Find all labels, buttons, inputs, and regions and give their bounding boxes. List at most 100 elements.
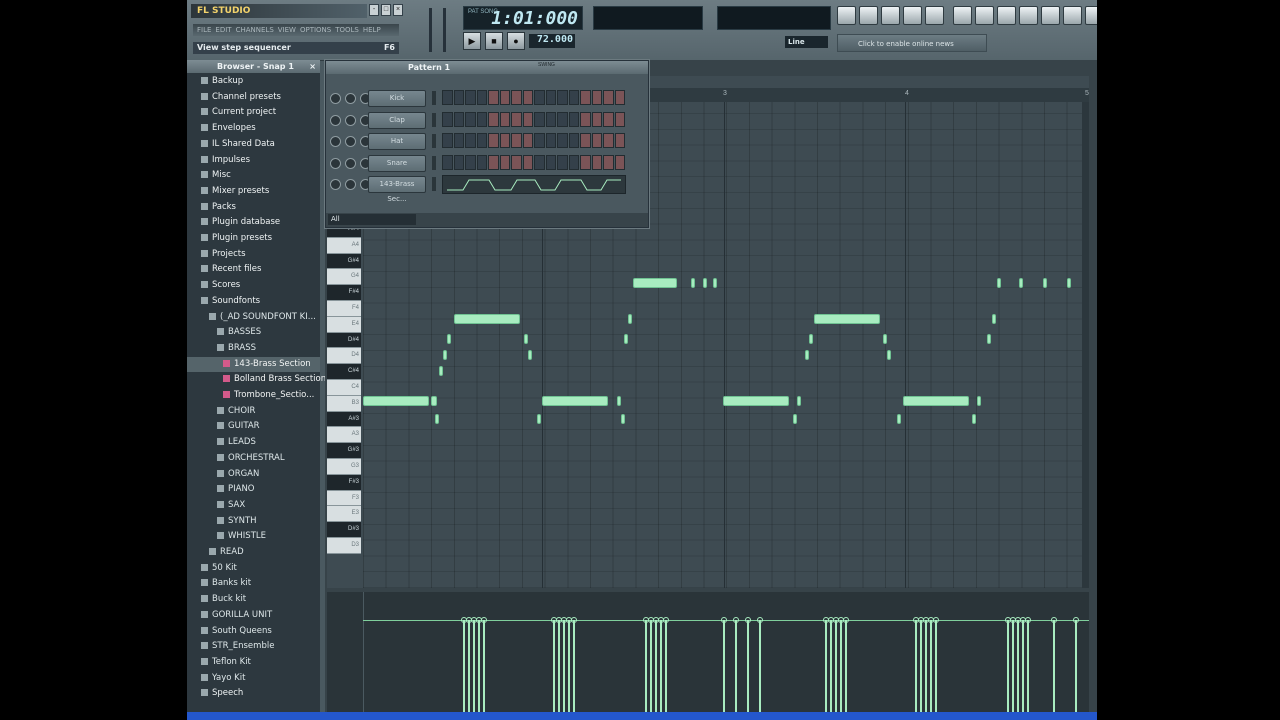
step-button[interactable]: [534, 111, 545, 127]
piano-key[interactable]: A#3: [327, 411, 361, 428]
note[interactable]: [431, 396, 437, 406]
step-button[interactable]: [580, 111, 591, 127]
knob-icon[interactable]: [345, 93, 356, 104]
note[interactable]: [723, 396, 789, 406]
velocity-handle[interactable]: [1051, 617, 1057, 623]
step-button[interactable]: [522, 111, 533, 127]
browser-item[interactable]: READ: [187, 545, 320, 560]
step-button[interactable]: [465, 154, 476, 170]
snap-select[interactable]: Line: [785, 36, 828, 48]
velocity-stem[interactable]: [759, 620, 761, 712]
velocity-stem[interactable]: [558, 620, 560, 712]
step-button[interactable]: [614, 154, 625, 170]
step-button[interactable]: [453, 111, 464, 127]
velocity-handle[interactable]: [571, 617, 577, 623]
velocity-handle[interactable]: [663, 617, 669, 623]
step-button[interactable]: [603, 154, 614, 170]
channel-button[interactable]: Clap: [368, 111, 426, 129]
channel-button[interactable]: Hat: [368, 133, 426, 150]
note[interactable]: [435, 414, 439, 424]
step-button[interactable]: [511, 133, 522, 148]
velocity-stem[interactable]: [845, 620, 847, 712]
velocity-handle[interactable]: [843, 617, 849, 623]
browser-item[interactable]: BASSES: [187, 325, 320, 340]
step-button[interactable]: [568, 133, 579, 148]
browser-item[interactable]: Envelopes: [187, 121, 320, 136]
step-button[interactable]: [476, 154, 487, 170]
step-button[interactable]: [580, 154, 591, 170]
velocity-handle[interactable]: [481, 617, 487, 623]
browser-item[interactable]: GUITAR: [187, 419, 320, 434]
step-button[interactable]: [499, 111, 510, 127]
stop-button[interactable]: ■: [485, 32, 503, 50]
velocity-stem[interactable]: [478, 620, 480, 712]
note[interactable]: [997, 278, 1001, 288]
step-button[interactable]: [591, 90, 602, 105]
step-button[interactable]: [465, 90, 476, 105]
step-button[interactable]: [568, 111, 579, 127]
step-sequencer-icon[interactable]: [859, 6, 878, 25]
note[interactable]: [443, 350, 447, 360]
info-icon[interactable]: [1063, 6, 1082, 25]
browser-item[interactable]: Banks kit: [187, 576, 320, 591]
step-button[interactable]: [476, 111, 487, 127]
note[interactable]: [537, 414, 541, 424]
note[interactable]: [814, 314, 880, 324]
step-button[interactable]: [499, 154, 510, 170]
master-sliders[interactable]: [423, 4, 453, 56]
channel-button[interactable]: Kick: [368, 90, 426, 107]
vertical-scrollbar[interactable]: [1082, 102, 1089, 588]
piano-key[interactable]: F4: [327, 300, 361, 317]
note[interactable]: [528, 350, 532, 360]
browser-item[interactable]: CHOIR: [187, 404, 320, 419]
browser-item[interactable]: Recent files: [187, 262, 320, 277]
browser-item[interactable]: Mixer presets: [187, 184, 320, 199]
step-button[interactable]: [557, 111, 568, 127]
wrench-icon[interactable]: [1041, 6, 1060, 25]
browser-item[interactable]: 143-Brass Section: [187, 356, 320, 372]
step-button[interactable]: [453, 133, 464, 148]
browser-item[interactable]: Impulses: [187, 153, 320, 168]
pattern-selector[interactable]: Pattern 1: [408, 61, 450, 74]
channel-knobs[interactable]: [330, 93, 371, 104]
velocity-stem[interactable]: [830, 620, 832, 712]
mixer-icon[interactable]: [925, 6, 944, 25]
velocity-stem[interactable]: [840, 620, 842, 712]
piano-key[interactable]: G#3: [327, 443, 361, 459]
note[interactable]: [621, 414, 625, 424]
channel-piano-roll-preview[interactable]: [442, 175, 626, 194]
velocity-handle[interactable]: [1025, 617, 1031, 623]
knob-icon[interactable]: [330, 114, 341, 126]
menu-tools[interactable]: TOOLS: [335, 24, 359, 36]
step-button[interactable]: [591, 154, 602, 170]
step-button[interactable]: [488, 90, 499, 105]
step-button[interactable]: [580, 133, 591, 148]
velocity-stem[interactable]: [915, 620, 917, 712]
note[interactable]: [1067, 278, 1071, 288]
step-button[interactable]: [591, 133, 602, 148]
note[interactable]: [1043, 278, 1047, 288]
step-button[interactable]: [488, 154, 499, 170]
browser-item[interactable]: Projects: [187, 247, 320, 262]
piano-key[interactable]: E3: [327, 506, 361, 523]
piano-key[interactable]: D3: [327, 537, 361, 554]
step-button[interactable]: [442, 133, 453, 148]
velocity-stem[interactable]: [1017, 620, 1019, 712]
tempo-display[interactable]: 72.000: [529, 34, 575, 48]
velocity-stem[interactable]: [665, 620, 667, 712]
knob-icon[interactable]: [345, 136, 356, 147]
note[interactable]: [987, 334, 991, 344]
piano-key[interactable]: D#3: [327, 522, 361, 538]
channel-select-indicator[interactable]: [432, 134, 436, 148]
note[interactable]: [972, 414, 976, 424]
menu-view[interactable]: VIEW: [278, 24, 296, 36]
velocity-stem[interactable]: [920, 620, 922, 712]
settings-icon[interactable]: [1019, 6, 1038, 25]
channel-knobs[interactable]: [330, 114, 371, 126]
piano-key[interactable]: A3: [327, 427, 361, 444]
note[interactable]: [703, 278, 707, 288]
note[interactable]: [793, 414, 797, 424]
minimize-icon[interactable]: -: [369, 4, 379, 16]
velocity-panel[interactable]: [327, 592, 1089, 712]
maximize-icon[interactable]: □: [381, 4, 391, 16]
